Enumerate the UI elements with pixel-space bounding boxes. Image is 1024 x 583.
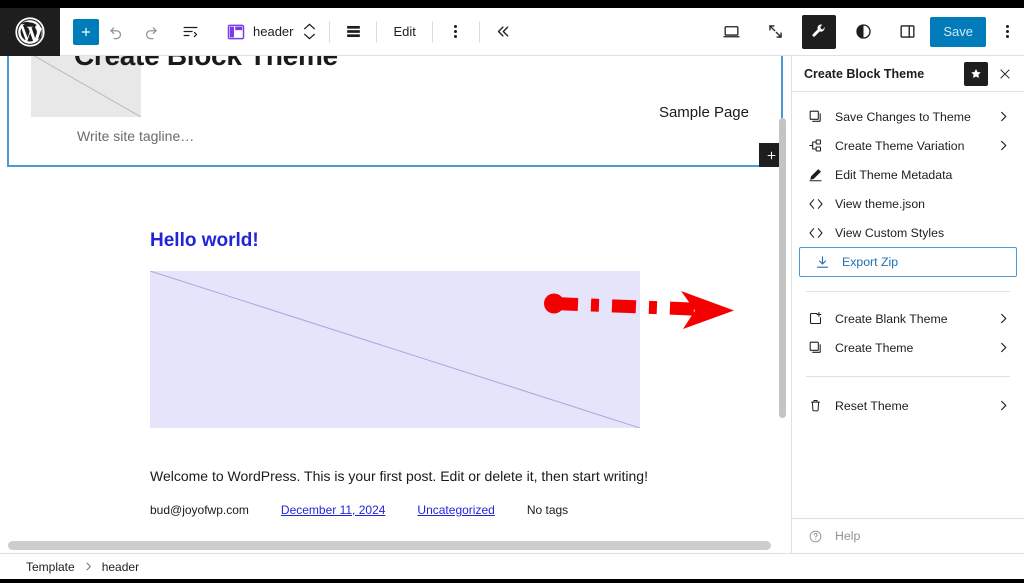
- menu-item-create-theme-variation[interactable]: Create Theme Variation: [792, 131, 1024, 160]
- chevron-right-icon: [998, 400, 1009, 411]
- document-overview-icon[interactable]: [173, 15, 207, 49]
- desktop-view-icon[interactable]: [714, 15, 748, 49]
- scrollbar-thumb[interactable]: [779, 118, 786, 418]
- block-breadcrumb-chip[interactable]: header: [217, 15, 323, 49]
- trash-icon: [807, 397, 824, 414]
- post-tags: No tags: [526, 503, 569, 517]
- featured-image-placeholder[interactable]: [150, 271, 640, 428]
- breadcrumb: Template header: [0, 553, 1024, 579]
- menu-item-label: Help: [835, 529, 861, 543]
- site-title[interactable]: Create Block Theme: [74, 56, 338, 72]
- menu-divider: [806, 291, 1010, 292]
- post-excerpt[interactable]: Welcome to WordPress. This is your first…: [150, 468, 648, 484]
- nav-link-sample-page[interactable]: Sample Page: [659, 104, 749, 121]
- more-options-kebab-icon[interactable]: [990, 15, 1024, 49]
- download-icon: [814, 254, 831, 271]
- template-part-icon: [225, 21, 247, 43]
- menu-item-save-changes-to-theme[interactable]: Save Changes to Theme: [792, 102, 1024, 131]
- menu-item-view-custom-styles[interactable]: View Custom Styles: [792, 218, 1024, 247]
- chevron-up-down-icon[interactable]: [299, 17, 319, 47]
- menu-item-label: Create Theme: [835, 340, 914, 355]
- menu-item-reset-theme[interactable]: Reset Theme: [792, 391, 1024, 420]
- create-blank-icon: [807, 310, 824, 327]
- breadcrumb-item-template[interactable]: Template: [26, 560, 75, 574]
- block-style-icon[interactable]: [336, 15, 370, 49]
- template-part-header[interactable]: Create Block Theme Write site tagline… S…: [7, 56, 783, 167]
- app-window: header Edit Save Write site tagline… Sam…: [0, 0, 1024, 583]
- create-block-theme-panel: Create Block Theme Save Changes to Theme…: [791, 56, 1024, 553]
- theme-variation-icon: [807, 137, 824, 154]
- block-chip-label: header: [253, 24, 294, 39]
- post-meta-row: bud@joyofwp.com December 11, 2024 Uncate…: [150, 503, 568, 517]
- menu-divider: [806, 376, 1010, 377]
- panel-footer: Help: [792, 518, 1024, 553]
- editor-body: Create Block Theme Write site tagline… S…: [0, 56, 1024, 553]
- panel-title: Create Block Theme: [804, 66, 925, 81]
- undo-icon[interactable]: [99, 15, 133, 49]
- chevron-right-icon: [998, 111, 1009, 122]
- code-icon: [807, 224, 824, 241]
- close-icon[interactable]: [992, 61, 1018, 87]
- wordpress-logo-icon[interactable]: [0, 7, 60, 56]
- contrast-icon[interactable]: [846, 15, 880, 49]
- site-tagline[interactable]: Write site tagline…: [77, 128, 194, 144]
- menu-item-export-zip[interactable]: Export Zip: [799, 247, 1017, 277]
- panel-header: Create Block Theme: [792, 56, 1024, 92]
- menu-item-help[interactable]: Help: [792, 519, 1024, 553]
- menu-item-label: Reset Theme: [835, 398, 909, 413]
- save-button[interactable]: Save: [930, 16, 986, 47]
- menu-item-label: Create Blank Theme: [835, 311, 948, 326]
- menu-item-label: Save Changes to Theme: [835, 109, 971, 124]
- copy-icon: [807, 108, 824, 125]
- canvas-horizontal-scrollbar[interactable]: [8, 541, 783, 550]
- post-author: bud@joyofwp.com: [150, 503, 249, 517]
- menu-item-edit-theme-metadata[interactable]: Edit Theme Metadata: [792, 160, 1024, 189]
- menu-item-create-blank-theme[interactable]: Create Blank Theme: [792, 304, 1024, 333]
- chevron-right-icon: [998, 140, 1009, 151]
- double-chevron-left-icon[interactable]: [486, 15, 520, 49]
- editor-toolbar: header Edit Save: [0, 7, 1024, 56]
- code-icon: [807, 195, 824, 212]
- chevron-right-icon: [998, 342, 1009, 353]
- chevron-right-icon: [84, 562, 93, 571]
- zoom-out-icon[interactable]: [758, 15, 792, 49]
- canvas-vertical-scrollbar[interactable]: [779, 118, 786, 543]
- menu-item-view-theme-json[interactable]: View theme.json: [792, 189, 1024, 218]
- toolbar-divider: [376, 20, 378, 43]
- star-filled-icon[interactable]: [964, 61, 988, 86]
- add-block-button[interactable]: [73, 18, 99, 45]
- wrench-icon[interactable]: [802, 14, 837, 49]
- toolbar-divider: [431, 20, 433, 43]
- sidebar-panel-icon[interactable]: [890, 15, 924, 49]
- menu-item-label: View theme.json: [835, 196, 925, 211]
- editor-canvas-area: Create Block Theme Write site tagline… S…: [0, 56, 791, 553]
- scrollbar-thumb[interactable]: [8, 541, 771, 550]
- menu-item-label: View Custom Styles: [835, 225, 945, 240]
- edit-button[interactable]: Edit: [383, 15, 425, 49]
- breadcrumb-item-header[interactable]: header: [102, 560, 139, 574]
- site-editor-canvas[interactable]: Create Block Theme Write site tagline… S…: [0, 56, 783, 538]
- help-circle-icon: [807, 528, 824, 545]
- menu-item-create-theme[interactable]: Create Theme: [792, 333, 1024, 362]
- toolbar-divider: [329, 20, 331, 43]
- pencil-icon: [807, 166, 824, 183]
- menu-item-label: Edit Theme Metadata: [835, 167, 953, 182]
- chevron-right-icon: [998, 313, 1009, 324]
- toolbar-divider: [478, 20, 480, 43]
- redo-icon[interactable]: [133, 15, 167, 49]
- post-date-link[interactable]: December 11, 2024: [281, 503, 386, 517]
- post-category-link[interactable]: Uncategorized: [417, 503, 494, 517]
- post-title[interactable]: Hello world!: [150, 230, 259, 252]
- menu-item-label: Export Zip: [842, 255, 899, 269]
- panel-menu: Save Changes to Theme Create Theme Varia…: [792, 92, 1024, 420]
- block-options-kebab-icon[interactable]: [439, 15, 473, 49]
- menu-item-label: Create Theme Variation: [835, 138, 965, 153]
- copy-icon: [807, 339, 824, 356]
